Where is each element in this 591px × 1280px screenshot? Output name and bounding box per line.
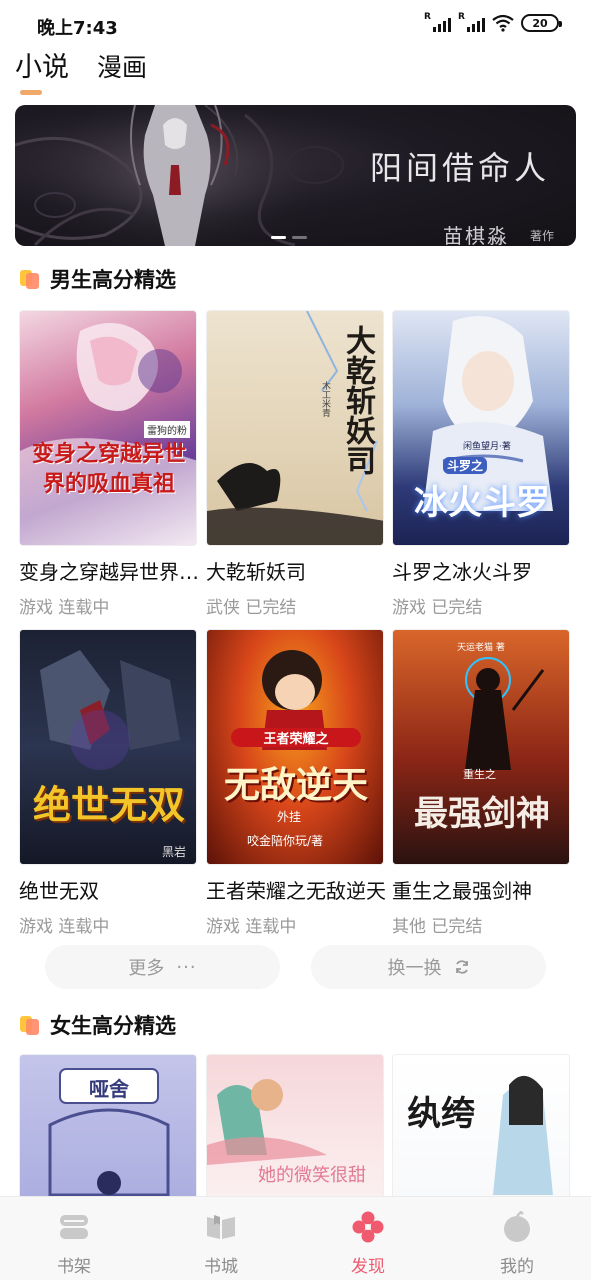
refresh-icon <box>455 960 468 974</box>
refresh-label: 换一换 <box>387 958 442 979</box>
book-title[interactable]: 斗罗之冰火斗罗 <box>392 556 577 585</box>
status-icons: R R 20 <box>424 12 562 32</box>
book-cover[interactable]: 斗罗之 闲鱼望月·著 冰火斗罗 <box>392 310 570 546</box>
section-title-boys: 男生高分精选 <box>20 264 176 294</box>
cover-title: 最强剑神 <box>414 794 550 834</box>
book-card[interactable]: 天运老猫 著 重生之 最强剑神 重生之最强剑神 其他 已完结 <box>392 629 570 937</box>
cover-title: 无敌逆天 <box>223 764 368 806</box>
cover-author: 闲鱼望月·著 <box>463 442 511 452</box>
cover-title: 大乾斩妖司 <box>340 325 375 475</box>
more-button[interactable]: 更多 ··· <box>45 945 280 989</box>
cover-tag: 外挂 <box>277 810 302 824</box>
cover-author: 天运老猫 著 <box>457 643 505 653</box>
tab-novel[interactable]: 小说 <box>15 50 69 86</box>
book-title[interactable]: 大乾斩妖司 <box>206 556 391 585</box>
refresh-button[interactable]: 换一换 <box>311 945 546 989</box>
book-cover[interactable]: 王者荣耀之 无敌逆天 外挂 咬金陪你玩/著 <box>206 629 384 865</box>
section-icon <box>20 1014 42 1036</box>
tab-indicator <box>20 90 42 95</box>
book-cover[interactable]: 绝世无双 黑岩 <box>19 629 197 865</box>
nav-item-bookshelf[interactable]: 书架 <box>24 1197 124 1280</box>
book-meta: 武侠 已完结 <box>206 598 297 618</box>
nav-label: 发现 <box>351 1257 385 1277</box>
book-card[interactable]: 斗罗之 闲鱼望月·著 冰火斗罗 斗罗之冰火斗罗 游戏 已完结 <box>392 310 570 618</box>
book-card[interactable]: 大乾斩妖司 木工米青 大乾斩妖司 武侠 已完结 <box>206 310 384 618</box>
book-title[interactable]: 变身之穿越异世界的吸血真祖 <box>19 556 204 585</box>
pagination-dot <box>292 236 307 239</box>
signal-icon: R <box>424 12 451 32</box>
bookshelf-icon <box>60 1215 88 1239</box>
book-title[interactable]: 王者荣耀之无敌逆天 <box>206 875 391 904</box>
book-meta: 游戏 连载中 <box>206 917 297 937</box>
section-icon <box>20 268 42 290</box>
banner-pagination <box>271 236 307 239</box>
wifi-icon <box>492 14 514 32</box>
cover-subtitle: 斗罗之 <box>443 457 488 474</box>
banner[interactable]: 阳间借命人 苗棋淼 著作 <box>15 105 576 246</box>
cover-title: 纨绔 <box>407 1094 475 1134</box>
battery-icon: 20 <box>521 14 562 32</box>
section-title-text: 女生高分精选 <box>50 1014 176 1038</box>
section-title-girls: 女生高分精选 <box>20 1010 176 1040</box>
nav-item-discover[interactable]: 发现 <box>318 1197 418 1280</box>
cover-title: 她的微笑很甜 <box>258 1165 366 1186</box>
cover-author: 木工米青 <box>320 381 330 417</box>
book-cover[interactable]: 变身之穿越异世界的吸血真祖 雷狗的粉 <box>19 310 197 546</box>
book-meta: 游戏 已完结 <box>392 598 483 618</box>
cover-title: 冰火斗罗 <box>414 483 550 523</box>
profile-icon <box>504 1211 530 1242</box>
more-label: 更多 <box>128 958 165 979</box>
book-card[interactable]: 王者荣耀之 无敌逆天 外挂 咬金陪你玩/著 王者荣耀之无敌逆天 游戏 连载中 <box>206 629 386 937</box>
cover-subtitle: 王者荣耀之 <box>231 728 361 747</box>
book-card[interactable]: 变身之穿越异世界的吸血真祖 雷狗的粉 变身之穿越异世界的吸血真祖 游戏 连载中 <box>19 310 204 618</box>
nav-label: 我的 <box>500 1257 534 1277</box>
nav-label: 书架 <box>57 1257 91 1277</box>
signal-icon: R <box>458 12 485 32</box>
bookstore-icon <box>207 1215 235 1239</box>
book-title[interactable]: 重生之最强剑神 <box>392 875 577 904</box>
discover-icon <box>352 1211 384 1243</box>
banner-author-suffix: 著作 <box>530 229 555 243</box>
nav-item-profile[interactable]: 我的 <box>467 1197 567 1280</box>
book-card[interactable]: 绝世无双 黑岩 绝世无双 游戏 连载中 <box>19 629 197 937</box>
status-bar: 晚上7:43 R R 20 <box>0 0 591 50</box>
cover-author: 黑岩 <box>161 845 186 859</box>
book-cover[interactable]: 天运老猫 著 重生之 最强剑神 <box>392 629 570 865</box>
book-cover[interactable]: 大乾斩妖司 木工米青 <box>206 310 384 546</box>
more-dots-icon: ··· <box>176 956 197 978</box>
cover-title: 哑舍 <box>89 1077 129 1101</box>
cover-title: 变身之穿越异世界的吸血真祖 <box>31 441 186 497</box>
cover-title: 绝世无双 <box>32 782 185 827</box>
banner-author: 苗棋淼 <box>443 224 509 246</box>
book-meta: 其他 已完结 <box>392 917 483 937</box>
section-title-text: 男生高分精选 <box>50 268 176 292</box>
banner-title: 阳间借命人 <box>370 149 551 187</box>
cover-author: 咬金陪你玩/著 <box>247 834 324 848</box>
nav-item-bookstore[interactable]: 书城 <box>171 1197 271 1280</box>
cover-subtitle: 重生之 <box>463 768 496 781</box>
battery-level: 20 <box>532 16 548 30</box>
cover-author: 雷狗的粉 <box>144 421 190 438</box>
status-time: 晚上7:43 <box>37 18 118 39</box>
pagination-dot-active <box>271 236 286 239</box>
bottom-nav: 书架 书城 发现 我的 <box>0 1196 591 1280</box>
nav-label: 书城 <box>204 1257 238 1277</box>
book-meta: 游戏 连载中 <box>19 598 110 618</box>
tab-comic[interactable]: 漫画 <box>97 50 147 86</box>
book-meta: 游戏 连载中 <box>19 917 110 937</box>
book-title[interactable]: 绝世无双 <box>19 875 204 904</box>
